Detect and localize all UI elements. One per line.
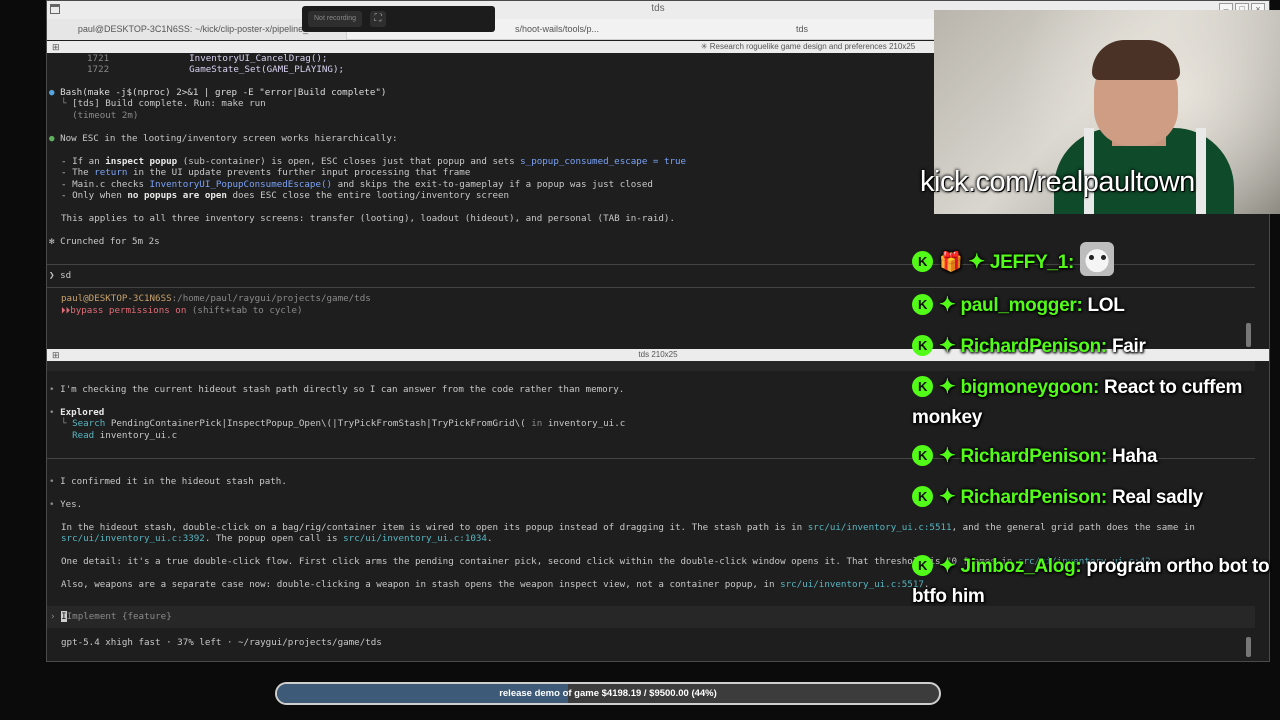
diamond-badge-icon: ✦ — [939, 486, 956, 508]
kick-badge-icon: K — [912, 376, 933, 397]
code-line: 1721 InventoryUI_CancelDrag(); — [87, 53, 328, 64]
tab-tds[interactable]: tds — [647, 19, 957, 40]
kick-badge-icon: K — [912, 335, 933, 356]
chat-message: K ✦ RichardPenison: Real sadly — [912, 482, 1272, 513]
kick-badge-icon: K — [912, 294, 933, 315]
bullet-1: - If an inspect popup (sub-container) is… — [61, 156, 687, 167]
diamond-badge-icon: ✦ — [939, 335, 956, 357]
crunched-status: ✻ Crunched for 5m 2s — [49, 236, 160, 247]
composer-line: › IImplement {feature} — [50, 611, 172, 622]
chat-overlay: K 🎁 ✦ JEFFY_1: K ✦ paul_mogger: LOL K ✦ Richard… — [912, 0, 1272, 720]
chat-message: K ✦ RichardPenison: Haha — [912, 441, 1272, 472]
chat-message: K ✦ bigmoneygoon: React to cuffem monkey — [912, 372, 1272, 433]
donation-goal-bar: release demo of game $4198.19 / $9500.00… — [275, 682, 941, 705]
kick-badge-icon: K — [912, 555, 933, 576]
read-line: Read inventory_ui.c — [72, 430, 178, 441]
chat-message: K ✦ RichardPenison: Fair — [912, 331, 1272, 362]
kick-badge-icon: K — [912, 445, 933, 466]
chat-message: K ✦ Jimboz_Alog: program ortho bot to btfo… — [912, 551, 1272, 612]
pane-pin-icon[interactable]: ⊞ — [52, 41, 60, 53]
diamond-badge-icon: ✦ — [939, 294, 956, 316]
assistant-line: • I'm checking the current hideout stash… — [49, 384, 625, 395]
search-line: └ Search PendingContainerPick|InspectPop… — [61, 418, 626, 429]
applies-line: This applies to all three inventory scre… — [61, 213, 675, 224]
gift-icon: 🎁 — [939, 252, 963, 273]
code-line: 1722 GameState_Set(GAME_PLAYING); — [87, 64, 345, 75]
chat-message: K 🎁 ✦ JEFFY_1: — [912, 242, 1272, 278]
model-status: gpt-5.4 xhigh fast · 37% left · ~/raygui… — [61, 637, 382, 648]
fullscreen-icon[interactable]: ⛶ — [370, 11, 386, 27]
diamond-badge-icon: ✦ — [939, 445, 956, 467]
recording-indicator: Not recording ⛶ — [302, 6, 495, 32]
paragraph-3: Also, weapons are a separate case now: d… — [61, 579, 930, 590]
bullet-2: - The return in the UI update prevents f… — [61, 167, 471, 178]
bash-command: ● Bash(make -j$(nproc) 2>&1 | grep -E "e… — [49, 87, 387, 98]
diamond-badge-icon: ✦ — [939, 376, 956, 398]
bash-timeout: (timeout 2m) — [72, 110, 139, 121]
diamond-badge-icon: ✦ — [939, 555, 956, 577]
yes-line: • Yes. — [49, 499, 83, 510]
tab-tools[interactable]: s/hoot-wails/tools/p... — [477, 19, 637, 40]
chat-message: K ✦ paul_mogger: LOL — [912, 290, 1272, 321]
explored-heading: • Explored — [49, 407, 105, 418]
bullet-3: - Main.c checks InventoryUI_PopupConsume… — [61, 179, 653, 190]
kick-badge-icon: K — [912, 486, 933, 507]
paragraph-1-cont: src/ui/inventory_ui.c:3392. The popup op… — [61, 533, 493, 544]
prompt-line[interactable]: ❯ sd — [49, 270, 71, 281]
bash-output: └ [tds] Build complete. Run: make run — [61, 98, 266, 109]
confirmed-line: • I confirmed it in the hideout stash pa… — [49, 476, 287, 487]
cat-emote-icon — [1080, 242, 1115, 276]
summary-line: ● Now ESC in the looting/inventory scree… — [49, 133, 398, 144]
kick-badge-icon: K — [912, 251, 933, 272]
recording-status[interactable]: Not recording — [308, 11, 363, 27]
donation-goal-label: release demo of game $4198.19 / $9500.00… — [499, 688, 717, 699]
bullet-4: - Only when no popups are open does ESC … — [61, 190, 510, 201]
diamond-badge-icon: ✦ — [968, 251, 985, 273]
cwd-line: paul@DESKTOP-3C1N6SS:/home/paul/raygui/p… — [61, 293, 371, 304]
bypass-status: ⏵⏵bypass permissions on (shift+tab to cy… — [61, 305, 303, 316]
